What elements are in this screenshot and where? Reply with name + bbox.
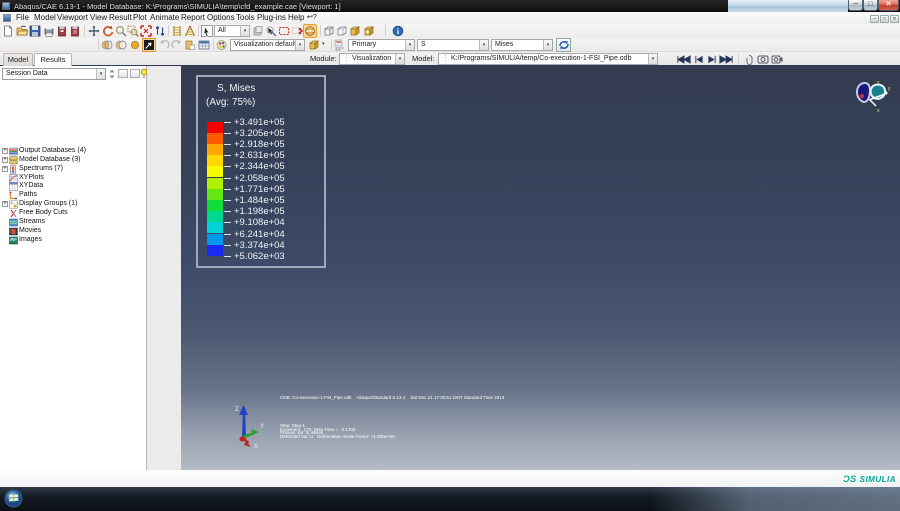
svg-text:y: y [888,86,891,92]
svg-text:Y: Y [260,424,264,430]
svg-text:x: x [877,108,880,114]
svg-text:Z: Z [235,407,239,413]
svg-text:X: X [254,444,258,449]
